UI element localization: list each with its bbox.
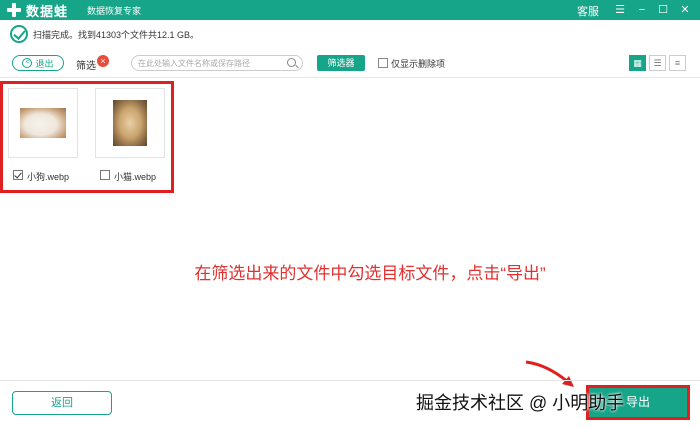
filter-label: 筛选: [76, 61, 96, 72]
clear-filter-icon[interactable]: ×: [97, 55, 109, 67]
detail-view-icon[interactable]: ≡: [669, 55, 686, 71]
list-view-icon[interactable]: ☰: [649, 55, 666, 71]
toolbar: < 退出 筛选 × 筛选器 仅显示删除项 ▦ ☰ ≡: [0, 48, 700, 78]
check-circle-icon: [10, 25, 28, 43]
filter-button[interactable]: 筛选器: [317, 55, 365, 71]
bottom-bar: 返回 导出 掘金技术社区 @ 小明助手: [0, 380, 700, 427]
hamburger-icon[interactable]: ☰: [612, 2, 628, 18]
back-arrow-icon: <: [22, 58, 33, 68]
instruction-annotation: 在筛选出来的文件中勾选目标文件，点击“导出”: [194, 264, 546, 283]
logo-cross-icon: [6, 2, 22, 18]
exit-label: 退出: [35, 58, 54, 69]
customer-service-link[interactable]: 客服: [577, 3, 599, 19]
exit-button[interactable]: < 退出: [12, 55, 64, 71]
search-input[interactable]: [138, 57, 284, 69]
maximize-icon[interactable]: ☐: [655, 2, 671, 18]
close-icon[interactable]: ✕: [677, 2, 693, 18]
app-name: 数据蛙: [26, 3, 69, 19]
scan-status-bar: 扫描完成。找到41303个文件共12.1 GB。: [0, 20, 700, 48]
minimize-icon[interactable]: −: [634, 2, 650, 18]
app-subtitle: 数据恢复专家: [87, 6, 142, 16]
search-icon[interactable]: [287, 58, 296, 67]
deleted-only-label: 仅显示删除项: [391, 59, 446, 69]
back-button[interactable]: 返回: [12, 391, 112, 415]
search-box: [131, 55, 303, 71]
red-highlight-box: [0, 81, 174, 193]
scan-status-text: 扫描完成。找到41303个文件共12.1 GB。: [33, 30, 200, 40]
title-bar: 数据蛙 数据恢复专家 客服 ☰ − ☐ ✕: [0, 0, 700, 20]
app-logo: 数据蛙: [6, 1, 68, 19]
watermark-text: 掘金技术社区 @ 小明助手: [416, 393, 625, 413]
grid-view-icon[interactable]: ▦: [629, 55, 646, 71]
deleted-only-checkbox[interactable]: [378, 58, 388, 68]
